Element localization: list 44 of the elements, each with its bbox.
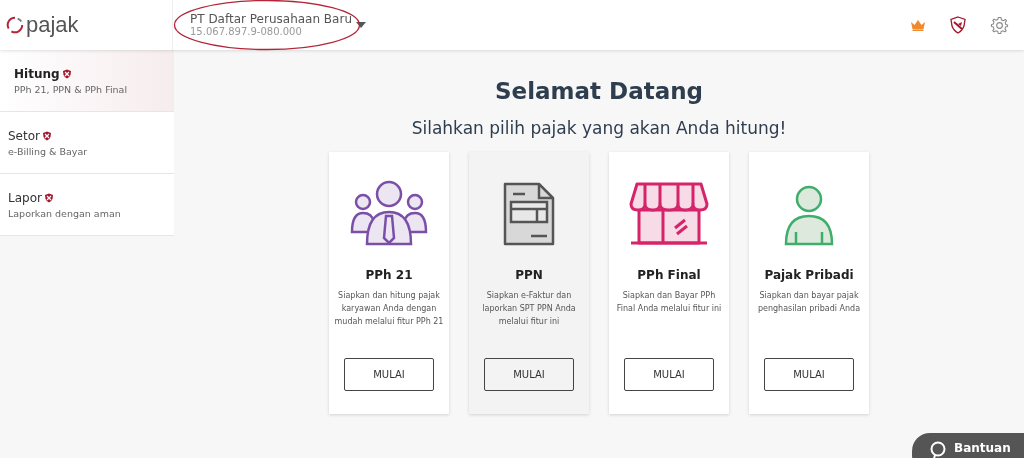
tax-card[interactable]: PPN Siapkan e-Faktur dan laporkan SPT PPN Anda melalui fitur ini MULAI — [469, 152, 589, 414]
tax-id: 15.067.897.9-080.000 — [190, 26, 303, 39]
tax-card[interactable]: PPh 21 Siapkan dan hitung pajak karyawan Anda dengan mudah melalui fitur PPh 21 MULAI — [329, 152, 449, 414]
card-title: PPh Final — [637, 268, 701, 282]
company-selector[interactable]: PT Daftar Perusahaan Baru 15.067.897.9-080.000 — [190, 11, 366, 39]
tax-card[interactable]: PPh Final Siapkan dan Bayar PPh Final Anda melalui fitur ini MULAI — [609, 152, 729, 414]
settings-icon[interactable] — [990, 15, 1009, 35]
sidebar-item[interactable]: Hitung PPh 21, PPN & PPh Final — [0, 50, 174, 112]
company-name: PT Daftar Perusahaan Baru — [190, 11, 352, 27]
card-title: Pajak Pribadi — [764, 268, 854, 282]
start-button[interactable]: MULAI — [484, 358, 574, 391]
card-description: Siapkan dan hitung pajak karyawan Anda dengan mudah melalui fitur PPh 21 — [333, 290, 445, 328]
logo-icon — [6, 16, 24, 34]
document-icon — [503, 182, 555, 246]
person-icon — [783, 184, 835, 246]
menu-subtitle: Laporkan dengan aman — [8, 207, 122, 219]
menu-title: Hitung — [14, 66, 60, 81]
sidebar-item[interactable]: Setor e-Billing & Bayar — [0, 112, 174, 174]
tax-card[interactable]: Pajak Pribadi Siapkan dan bayar pajak penghasilan pribadi Anda MULAI — [749, 152, 869, 414]
card-description: Siapkan e-Faktur dan laporkan SPT PPN Anda melalui fitur ini — [481, 290, 577, 328]
shield-icon — [61, 68, 72, 79]
store-icon — [629, 182, 709, 246]
help-button[interactable]: Bantuan — [912, 433, 1024, 458]
caret-icon — [356, 22, 366, 28]
menu-title: Setor — [8, 128, 40, 143]
shield-icon — [42, 130, 52, 141]
menu-title: Lapor — [8, 190, 42, 205]
menu-subtitle: PPh 21, PPN & PPh Final — [14, 83, 129, 95]
start-button[interactable]: MULAI — [624, 358, 714, 391]
page-title: Selamat Datang — [495, 78, 703, 104]
start-button[interactable]: MULAI — [764, 358, 854, 391]
crown-icon[interactable] — [910, 19, 926, 31]
people-icon — [350, 180, 428, 246]
shield-icon[interactable] — [950, 16, 966, 34]
card-title: PPN — [515, 268, 543, 282]
page-subtitle: Silahkan pilih pajak yang akan Anda hitung! — [411, 118, 787, 138]
card-description: Siapkan dan bayar pajak penghasilan pribadi Anda — [756, 290, 862, 315]
shield-icon — [43, 192, 54, 203]
card-title: PPh 21 — [365, 268, 413, 282]
card-description: Siapkan dan Bayar PPh Final Anda melalui fitur ini — [615, 290, 723, 315]
start-button[interactable]: MULAI — [344, 358, 434, 391]
menu-subtitle: e-Billing & Bayar — [8, 145, 89, 157]
logo-text: pajak — [26, 12, 79, 38]
sidebar-item[interactable]: Lapor Laporkan dengan aman — [0, 174, 174, 236]
